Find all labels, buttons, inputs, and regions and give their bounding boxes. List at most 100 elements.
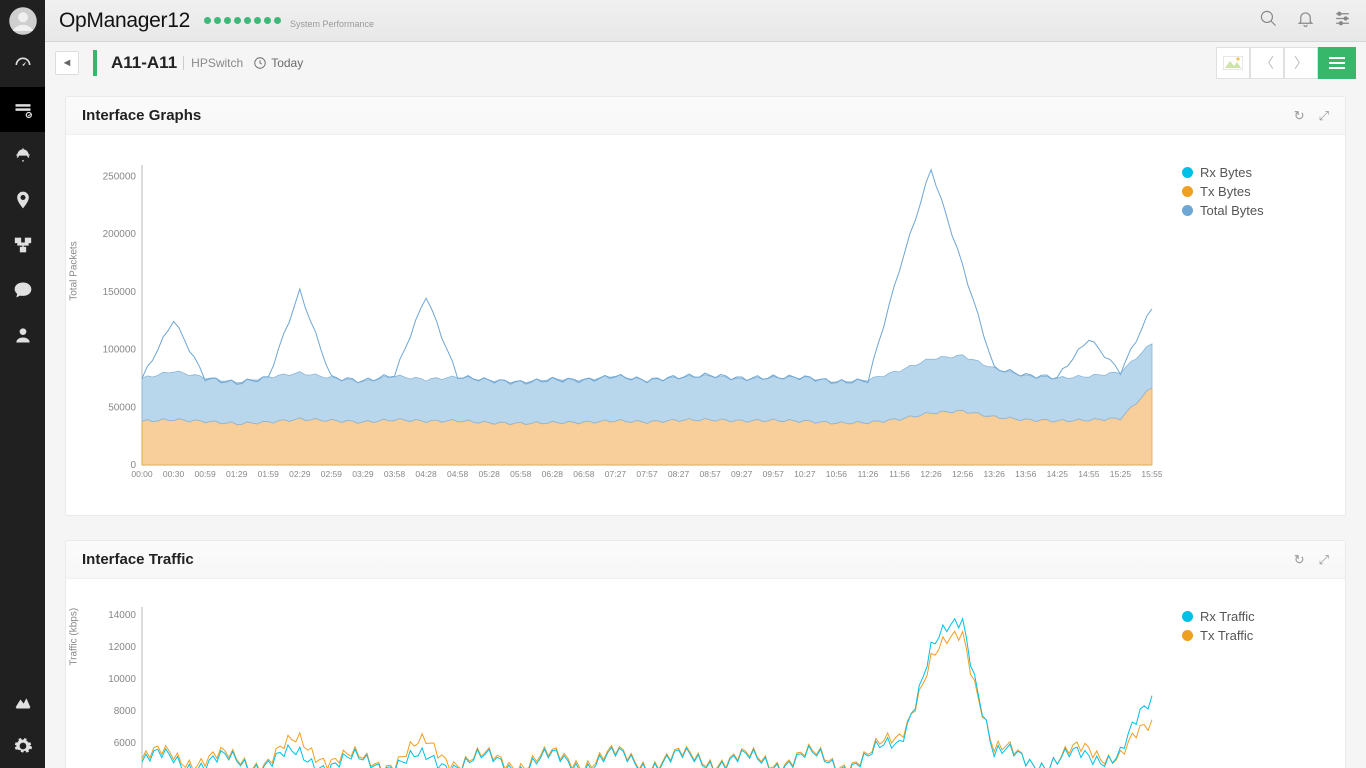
content: Interface Graphs ↻ ⤢ Total Packets 05000… <box>45 84 1366 768</box>
sidebar-chat[interactable] <box>0 267 45 312</box>
header: OpManager12 System Performance <box>45 0 1366 42</box>
sidebar-user[interactable] <box>0 312 45 357</box>
svg-text:01:59: 01:59 <box>258 469 280 479</box>
svg-text:10:56: 10:56 <box>826 469 848 479</box>
sidebar-alarms[interactable] <box>0 132 45 177</box>
svg-text:00:59: 00:59 <box>194 469 216 479</box>
svg-text:10000: 10000 <box>108 674 136 685</box>
legend-item[interactable]: Total Bytes <box>1182 203 1302 218</box>
svg-text:04:28: 04:28 <box>415 469 437 479</box>
svg-text:03:29: 03:29 <box>352 469 374 479</box>
legend-label: Rx Traffic <box>1200 609 1255 624</box>
prev-button[interactable]: 〈 <box>1250 47 1284 79</box>
svg-text:15:25: 15:25 <box>1110 469 1132 479</box>
svg-text:250000: 250000 <box>103 172 137 183</box>
status-bar <box>93 50 97 76</box>
panel-interface-traffic: Interface Traffic ↻ ⤢ Traffic (kbps) 600… <box>65 540 1346 768</box>
svg-text:00:30: 00:30 <box>163 469 185 479</box>
panel-title: Interface Graphs <box>82 107 201 124</box>
legend-dot <box>1182 167 1193 178</box>
legend-dot <box>1182 186 1193 197</box>
legend-label: Total Bytes <box>1200 203 1264 218</box>
time-range[interactable]: Today <box>253 56 303 70</box>
svg-text:12000: 12000 <box>108 642 136 653</box>
time-range-label: Today <box>271 56 303 70</box>
chart-interface-traffic: Traffic (kbps) 60008000100001200014000 <box>82 599 1162 768</box>
svg-text:8000: 8000 <box>114 706 137 717</box>
thumbnail-button[interactable] <box>1216 47 1250 79</box>
svg-text:05:28: 05:28 <box>479 469 501 479</box>
panel-interface-graphs: Interface Graphs ↻ ⤢ Total Packets 05000… <box>65 96 1346 516</box>
svg-text:06:58: 06:58 <box>573 469 595 479</box>
svg-text:15:55: 15:55 <box>1141 469 1162 479</box>
svg-text:10:27: 10:27 <box>794 469 816 479</box>
legend-dot <box>1182 630 1193 641</box>
svg-text:07:27: 07:27 <box>605 469 627 479</box>
svg-text:09:27: 09:27 <box>731 469 753 479</box>
bell-icon[interactable] <box>1296 9 1315 33</box>
menu-button[interactable] <box>1318 47 1356 79</box>
subheader: ◄ A11-A11 HPSwitch Today 〈 〉 <box>45 42 1366 84</box>
settings-sliders-icon[interactable] <box>1333 9 1352 33</box>
svg-text:08:57: 08:57 <box>699 469 721 479</box>
search-icon[interactable] <box>1259 9 1278 33</box>
sidebar <box>0 0 45 768</box>
legend: Rx Traffic Tx Traffic <box>1162 599 1302 768</box>
svg-text:14:55: 14:55 <box>1078 469 1100 479</box>
legend-item[interactable]: Rx Bytes <box>1182 165 1302 180</box>
legend-dot <box>1182 611 1193 622</box>
svg-text:12:56: 12:56 <box>952 469 974 479</box>
y-axis-label: Total Packets <box>69 241 80 300</box>
refresh-icon[interactable]: ↻ <box>1294 552 1305 568</box>
performance-indicator[interactable]: System Performance <box>204 12 374 29</box>
expand-icon[interactable]: ⤢ <box>1319 108 1329 124</box>
svg-text:03:58: 03:58 <box>384 469 406 479</box>
svg-text:11:56: 11:56 <box>889 469 910 479</box>
legend: Rx Bytes Tx Bytes Total Bytes <box>1162 155 1302 495</box>
chart-interface-graphs: Total Packets 05000010000015000020000025… <box>82 155 1162 495</box>
avatar[interactable] <box>0 0 45 42</box>
svg-text:00:00: 00:00 <box>131 469 153 479</box>
svg-text:13:56: 13:56 <box>1015 469 1037 479</box>
device-name: A11-A11 <box>111 53 177 73</box>
sidebar-dashboard[interactable] <box>0 42 45 87</box>
legend-item[interactable]: Rx Traffic <box>1182 609 1302 624</box>
svg-text:08:27: 08:27 <box>668 469 690 479</box>
legend-label: Tx Traffic <box>1200 628 1253 643</box>
svg-text:14:25: 14:25 <box>1047 469 1069 479</box>
svg-text:13:26: 13:26 <box>984 469 1006 479</box>
legend-item[interactable]: Tx Traffic <box>1182 628 1302 643</box>
brand: OpManager12 <box>59 9 190 33</box>
svg-text:06:28: 06:28 <box>542 469 564 479</box>
next-button[interactable]: 〉 <box>1284 47 1318 79</box>
y-axis-label: Traffic (kbps) <box>69 608 80 666</box>
svg-text:150000: 150000 <box>103 287 137 298</box>
sidebar-workflow[interactable] <box>0 222 45 267</box>
svg-text:02:59: 02:59 <box>321 469 343 479</box>
svg-text:11:26: 11:26 <box>858 469 879 479</box>
expand-icon[interactable]: ⤢ <box>1319 552 1329 568</box>
svg-text:6000: 6000 <box>114 738 137 749</box>
legend-item[interactable]: Tx Bytes <box>1182 184 1302 199</box>
svg-text:100000: 100000 <box>103 345 137 356</box>
svg-text:02:29: 02:29 <box>289 469 311 479</box>
sidebar-maps[interactable] <box>0 177 45 222</box>
sidebar-inventory[interactable] <box>0 87 45 132</box>
svg-text:09:57: 09:57 <box>763 469 785 479</box>
legend-dot <box>1182 205 1193 216</box>
legend-label: Rx Bytes <box>1200 165 1252 180</box>
svg-text:50000: 50000 <box>108 402 136 413</box>
performance-label: System Performance <box>290 19 374 29</box>
svg-text:04:58: 04:58 <box>447 469 469 479</box>
svg-text:14000: 14000 <box>108 610 136 621</box>
svg-text:05:58: 05:58 <box>510 469 532 479</box>
device-type: HPSwitch <box>183 56 243 70</box>
svg-text:200000: 200000 <box>103 229 137 240</box>
sidebar-reports[interactable] <box>0 678 45 723</box>
svg-text:12:26: 12:26 <box>920 469 942 479</box>
sidebar-settings[interactable] <box>0 723 45 768</box>
back-button[interactable]: ◄ <box>55 51 79 75</box>
panel-title: Interface Traffic <box>82 551 194 568</box>
svg-text:01:29: 01:29 <box>226 469 248 479</box>
refresh-icon[interactable]: ↻ <box>1294 108 1305 124</box>
